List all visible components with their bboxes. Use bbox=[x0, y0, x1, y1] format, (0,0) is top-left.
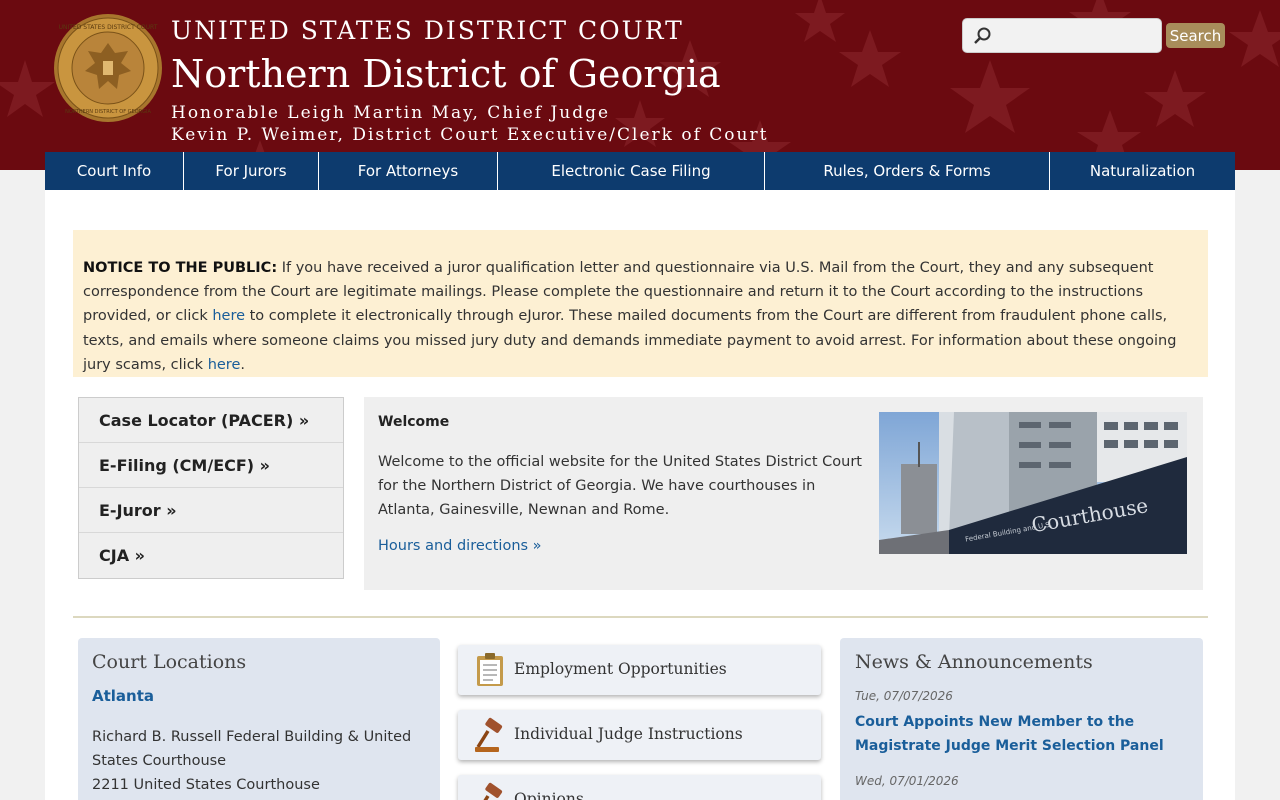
quicklink-case-locator[interactable]: Case Locator (PACER) » bbox=[79, 398, 343, 443]
quicklink-e-juror[interactable]: E-Juror » bbox=[79, 488, 343, 533]
court-name-line[interactable]: UNITED STATES DISTRICT COURT bbox=[171, 16, 684, 45]
news-date: Wed, 07/01/2026 bbox=[855, 774, 959, 788]
nav-electronic-case-filing[interactable]: Electronic Case Filing bbox=[498, 152, 765, 190]
opinions-label: Opinions bbox=[514, 790, 584, 800]
notice-label: NOTICE TO THE PUBLIC: bbox=[83, 260, 278, 276]
courthouse-photo: Courthouse Federal Building and U.S. bbox=[879, 412, 1187, 554]
jury-scam-here-link[interactable]: here bbox=[208, 357, 241, 373]
welcome-panel: Welcome Welcome to the official website … bbox=[364, 397, 1203, 590]
welcome-heading: Welcome bbox=[378, 414, 450, 430]
individual-judge-instructions-label: Individual Judge Instructions bbox=[514, 725, 743, 743]
address-line-2: 2211 United States Courthouse bbox=[92, 777, 320, 793]
gavel-icon bbox=[475, 717, 503, 752]
quicklink-e-filing[interactable]: E-Filing (CM/ECF) » bbox=[79, 443, 343, 488]
employment-opportunities-label: Employment Opportunities bbox=[514, 660, 727, 678]
nav-for-attorneys[interactable]: For Attorneys bbox=[319, 152, 498, 190]
nav-court-info[interactable]: Court Info bbox=[45, 152, 184, 190]
search-field[interactable] bbox=[962, 18, 1162, 53]
court-locations-panel: Court Locations Atlanta Richard B. Russe… bbox=[78, 638, 440, 800]
nav-naturalization[interactable]: Naturalization bbox=[1050, 152, 1235, 190]
news-headline-link[interactable]: Court Appoints New Member to the Magistr… bbox=[855, 710, 1195, 758]
location-city-atlanta[interactable]: Atlanta bbox=[92, 687, 154, 705]
court-locations-heading: Court Locations bbox=[92, 651, 247, 673]
clerk-line: Kevin P. Weimer, District Court Executiv… bbox=[171, 125, 769, 145]
search-input[interactable] bbox=[997, 23, 1157, 49]
news-date: Tue, 07/07/2026 bbox=[855, 689, 953, 703]
notice-text-part2: to complete it electronically through eJ… bbox=[83, 308, 1177, 373]
notice-text-part3: . bbox=[240, 356, 245, 373]
address-line-1: Richard B. Russell Federal Building & Un… bbox=[92, 729, 412, 769]
svg-text:NORTHERN DISTRICT OF GEORGIA: NORTHERN DISTRICT OF GEORGIA bbox=[65, 109, 151, 115]
news-announcements-panel: News & Announcements Tue, 07/07/2026 Cou… bbox=[840, 638, 1203, 800]
clipboard-icon bbox=[477, 653, 503, 686]
gavel-icon bbox=[483, 782, 503, 800]
svg-text:UNITED STATES DISTRICT COURT: UNITED STATES DISTRICT COURT bbox=[59, 24, 158, 31]
nav-rules-orders-forms[interactable]: Rules, Orders & Forms bbox=[765, 152, 1050, 190]
employment-opportunities-tile[interactable]: Employment Opportunities bbox=[458, 645, 821, 695]
section-divider bbox=[73, 616, 1208, 618]
hours-directions-link[interactable]: Hours and directions » bbox=[378, 538, 542, 554]
site-header: UNITED STATES DISTRICT COURT NORTHERN DI… bbox=[0, 0, 1280, 170]
quick-links-list: Case Locator (PACER) » E-Filing (CM/ECF)… bbox=[78, 397, 344, 579]
opinions-tile[interactable]: Opinions bbox=[458, 775, 821, 800]
location-address: Richard B. Russell Federal Building & Un… bbox=[92, 725, 422, 797]
quicklink-cja[interactable]: CJA » bbox=[79, 533, 343, 578]
welcome-text: Welcome to the official website for the … bbox=[378, 454, 862, 518]
search-icon bbox=[974, 27, 991, 44]
ejuror-here-link[interactable]: here bbox=[212, 308, 245, 324]
main-navigation: Court Info For Jurors For Attorneys Elec… bbox=[45, 152, 1235, 190]
district-title[interactable]: Northern District of Georgia bbox=[171, 52, 721, 96]
court-seal-logo: UNITED STATES DISTRICT COURT NORTHERN DI… bbox=[54, 14, 162, 122]
individual-judge-instructions-tile[interactable]: Individual Judge Instructions bbox=[458, 710, 821, 760]
search-button[interactable]: Search bbox=[1166, 23, 1225, 48]
public-notice-banner: NOTICE TO THE PUBLIC: If you have receiv… bbox=[73, 230, 1208, 377]
nav-for-jurors[interactable]: For Jurors bbox=[184, 152, 319, 190]
chief-judge-line: Honorable Leigh Martin May, Chief Judge bbox=[171, 103, 611, 123]
news-heading: News & Announcements bbox=[855, 651, 1093, 673]
